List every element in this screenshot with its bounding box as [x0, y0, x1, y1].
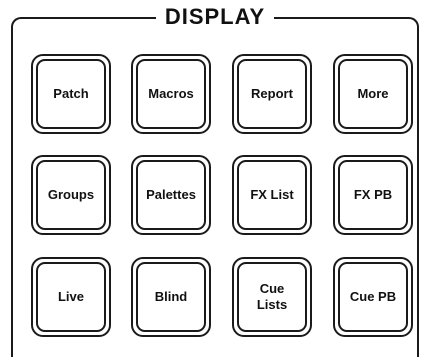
key-label: Live — [57, 289, 84, 304]
key-label: Palettes — [146, 187, 196, 202]
key-face: FX List — [237, 160, 307, 230]
key-label: More — [357, 86, 389, 101]
key-label: Cue Lists — [256, 281, 288, 312]
key-face: Groups — [36, 160, 106, 230]
key-face: Live — [36, 262, 106, 332]
key-face: Cue PB — [338, 262, 408, 332]
palettes-key[interactable]: Palettes — [131, 155, 211, 235]
key-face: FX PB — [338, 160, 408, 230]
key-label: Patch — [53, 86, 89, 101]
key-face: More — [338, 59, 408, 129]
panel-title-text: DISPLAY — [155, 4, 275, 29]
more-key[interactable]: More — [333, 54, 413, 134]
key-face: Blind — [136, 262, 206, 332]
report-key[interactable]: Report — [232, 54, 312, 134]
groups-key[interactable]: Groups — [31, 155, 111, 235]
macros-key[interactable]: Macros — [131, 54, 211, 134]
key-label: Groups — [47, 187, 95, 202]
key-label: Cue PB — [349, 289, 397, 304]
blind-key[interactable]: Blind — [131, 257, 211, 337]
fx-list-key[interactable]: FX List — [232, 155, 312, 235]
cue-lists-key[interactable]: Cue Lists — [232, 257, 312, 337]
panel-title: DISPLAY — [0, 4, 430, 30]
key-face: Report — [237, 59, 307, 129]
key-face: Patch — [36, 59, 106, 129]
key-face: Palettes — [136, 160, 206, 230]
key-label: FX PB — [353, 187, 393, 202]
key-label: Report — [251, 86, 293, 101]
key-label: Blind — [154, 289, 188, 304]
fx-pb-key[interactable]: FX PB — [333, 155, 413, 235]
key-label: Macros — [148, 86, 194, 101]
key-label: FX List — [250, 187, 294, 202]
live-key[interactable]: Live — [31, 257, 111, 337]
key-face: Cue Lists — [237, 262, 307, 332]
cue-pb-key[interactable]: Cue PB — [333, 257, 413, 337]
patch-key[interactable]: Patch — [31, 54, 111, 134]
key-face: Macros — [136, 59, 206, 129]
